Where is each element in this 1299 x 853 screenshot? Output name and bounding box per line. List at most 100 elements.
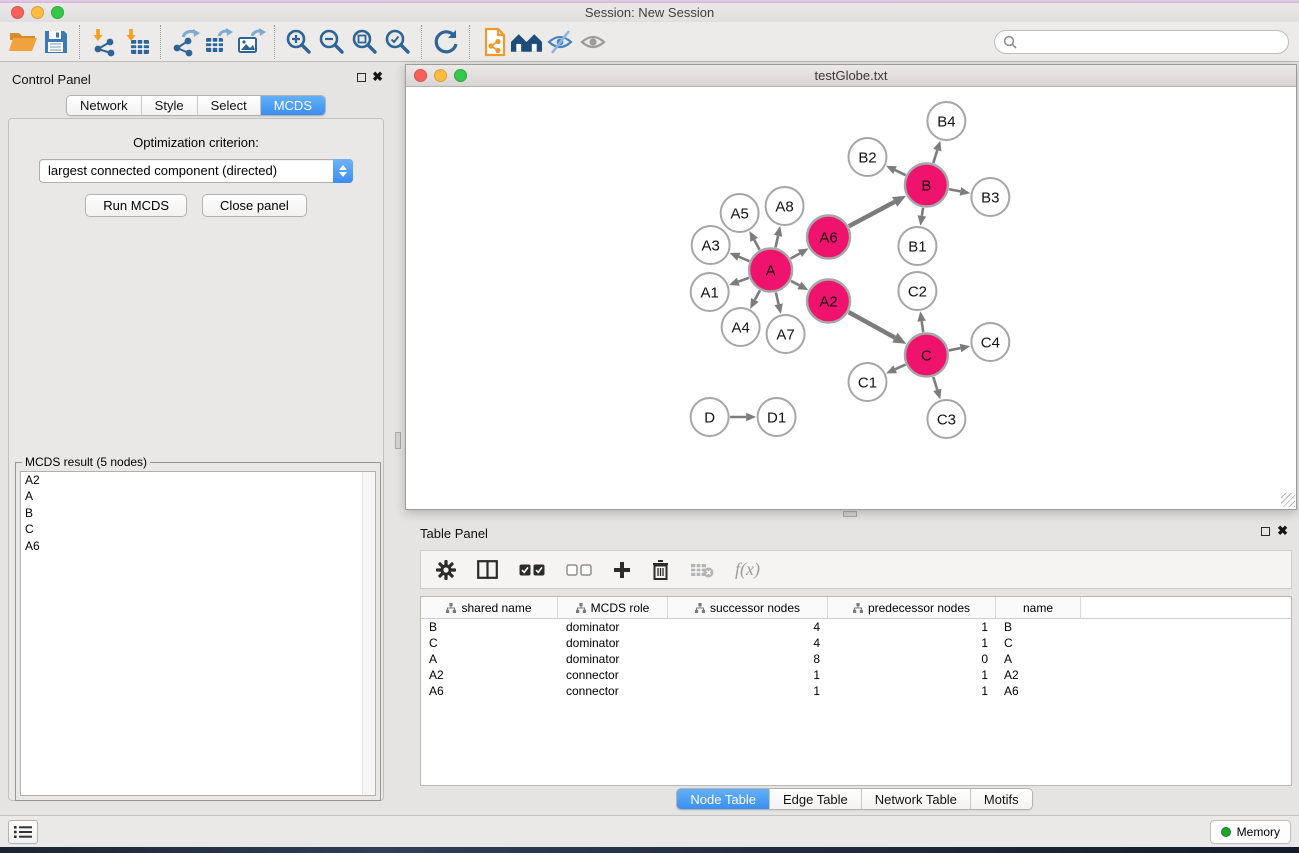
cell-successor-nodes[interactable]: 1 (668, 668, 828, 682)
column-header-successor-nodes[interactable]: successor nodes (668, 597, 828, 618)
cell-mcds-role[interactable]: connector (558, 684, 668, 698)
graph-edge-A-A4[interactable] (755, 290, 760, 300)
graph-edge-B-B2[interactable] (895, 170, 906, 175)
zoom-in-icon[interactable] (282, 25, 315, 59)
hide-graphics-details-icon[interactable] (543, 25, 576, 59)
column-header-shared-name[interactable]: shared name (421, 597, 558, 618)
cell-predecessor-nodes[interactable]: 0 (828, 652, 996, 666)
save-session-icon[interactable] (39, 25, 72, 59)
cell-mcds-role[interactable]: dominator (558, 636, 668, 650)
mcds-result-item[interactable]: A (21, 488, 375, 504)
table-row[interactable]: Bdominator41B (421, 619, 1291, 635)
graph-edge-A-A2[interactable] (791, 281, 800, 286)
delete-table-icon[interactable] (690, 562, 714, 578)
close-panel-icon[interactable]: ✖ (372, 69, 383, 85)
welcome-screen-icon[interactable] (510, 25, 543, 59)
mcds-result-item[interactable]: C (21, 521, 375, 537)
cell-successor-nodes[interactable]: 4 (668, 620, 828, 634)
graph-edge-C-C3[interactable] (933, 377, 937, 390)
cell-name[interactable]: A (996, 652, 1081, 666)
table-row[interactable]: Adominator80A (421, 651, 1291, 667)
network-canvas[interactable]: AA1A2A3A4A5A6A7A8BB1B2B3B4CC1C2C3C4DD1 (406, 87, 1296, 508)
mcds-result-item[interactable]: B (21, 505, 375, 521)
tab-edge-table[interactable]: Edge Table (769, 789, 861, 809)
main-titlebar[interactable]: Session: New Session (0, 3, 1299, 22)
memory-button[interactable]: Memory (1210, 820, 1291, 844)
import-network-icon[interactable] (87, 25, 120, 59)
graph-edge-A2-C[interactable] (849, 312, 895, 338)
tab-node-table[interactable]: Node Table (677, 789, 769, 809)
cell-name[interactable]: C (996, 636, 1081, 650)
cell-shared-name[interactable]: C (421, 636, 558, 650)
graph-edge-B-B1[interactable] (922, 208, 923, 216)
cell-predecessor-nodes[interactable]: 1 (828, 636, 996, 650)
network-zoom-button[interactable] (454, 69, 467, 82)
column-header-mcds-role[interactable]: MCDS role (558, 597, 668, 618)
network-file-icon[interactable] (477, 25, 510, 59)
tab-select[interactable]: Select (197, 96, 260, 115)
toolbar-search[interactable] (994, 30, 1289, 54)
cell-mcds-role[interactable]: connector (558, 668, 668, 682)
network-window-titlebar[interactable]: testGlobe.txt (406, 65, 1296, 87)
table-close-icon[interactable]: ✖ (1277, 523, 1288, 539)
cell-shared-name[interactable]: A2 (421, 668, 558, 682)
cell-successor-nodes[interactable]: 4 (668, 636, 828, 650)
delete-column-icon[interactable] (652, 560, 669, 580)
cell-successor-nodes[interactable]: 1 (668, 684, 828, 698)
search-input[interactable] (1022, 32, 1288, 52)
table-float-icon[interactable] (1261, 527, 1270, 536)
refresh-icon[interactable] (429, 25, 462, 59)
cell-predecessor-nodes[interactable]: 1 (828, 684, 996, 698)
graph-edge-B-B3[interactable] (949, 189, 960, 191)
export-image-icon[interactable] (234, 25, 267, 59)
cell-name[interactable]: B (996, 620, 1081, 634)
open-session-icon[interactable] (6, 25, 39, 59)
table-row[interactable]: A2connector11A2 (421, 667, 1291, 683)
graph-edge-A-A6[interactable] (791, 253, 800, 258)
graph-edge-A-A1[interactable] (738, 278, 749, 282)
export-network-icon[interactable] (168, 25, 201, 59)
graph-edge-A-A8[interactable] (775, 236, 778, 248)
tab-network-table[interactable]: Network Table (861, 789, 970, 809)
close-panel-button[interactable]: Close panel (202, 194, 307, 217)
table-row[interactable]: A6connector11A6 (421, 683, 1291, 699)
cell-predecessor-nodes[interactable]: 1 (828, 668, 996, 682)
mcds-result-item[interactable]: A6 (21, 538, 375, 554)
window-resize-grip[interactable] (1281, 493, 1295, 507)
minimize-window-button[interactable] (31, 6, 44, 19)
tab-network[interactable]: Network (67, 96, 141, 115)
graph-edge-A6-B[interactable] (849, 202, 895, 226)
graph-edge-C-C4[interactable] (949, 348, 961, 350)
export-table-icon[interactable] (201, 25, 234, 59)
graph-edge-C-C1[interactable] (895, 365, 905, 370)
network-minimize-button[interactable] (434, 69, 447, 82)
zoom-fit-icon[interactable] (348, 25, 381, 59)
vertical-splitter-handle[interactable] (395, 432, 401, 449)
graph-edge-B-B4[interactable] (933, 150, 937, 163)
tab-style[interactable]: Style (141, 96, 197, 115)
graph-edge-A-A3[interactable] (739, 257, 750, 261)
function-builder-icon[interactable]: f(x) (735, 559, 760, 580)
cell-shared-name[interactable]: A (421, 652, 558, 666)
cell-predecessor-nodes[interactable]: 1 (828, 620, 996, 634)
show-graphics-details-icon[interactable] (576, 25, 609, 59)
column-header-name[interactable]: name (996, 597, 1081, 618)
graph-edge-A-A7[interactable] (776, 292, 779, 304)
cell-name[interactable]: A2 (996, 668, 1081, 682)
mcds-list-scrollbar[interactable] (362, 472, 375, 795)
tab-mcds[interactable]: MCDS (260, 96, 325, 115)
cell-name[interactable]: A6 (996, 684, 1081, 698)
select-all-checkboxes-icon[interactable] (519, 564, 545, 576)
zoom-selected-icon[interactable] (381, 25, 414, 59)
float-panel-icon[interactable] (357, 73, 366, 82)
graph-edge-A-A5[interactable] (754, 240, 759, 250)
table-settings-icon[interactable] (436, 560, 456, 580)
column-visibility-icon[interactable] (477, 560, 498, 579)
tab-motifs[interactable]: Motifs (970, 789, 1032, 809)
column-header-predecessor-nodes[interactable]: predecessor nodes (828, 597, 996, 618)
criterion-select[interactable]: largest connected component (directed) (39, 159, 353, 183)
zoom-window-button[interactable] (51, 6, 64, 19)
table-row[interactable]: Cdominator41C (421, 635, 1291, 651)
mcds-result-item[interactable]: A2 (21, 472, 375, 488)
cell-shared-name[interactable]: B (421, 620, 558, 634)
